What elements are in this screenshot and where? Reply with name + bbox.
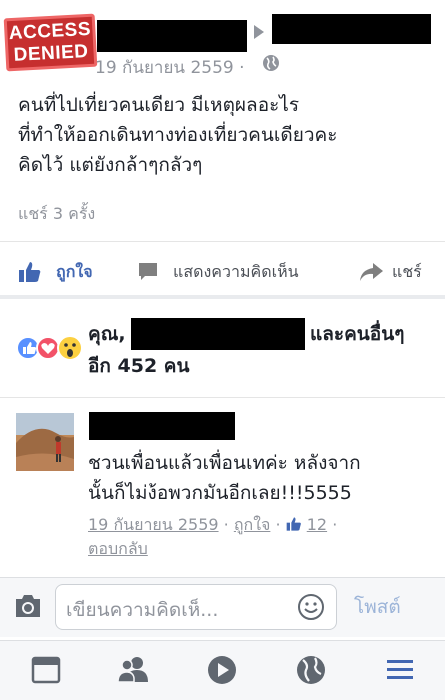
- share-button[interactable]: แชร์: [358, 258, 422, 286]
- menu-icon[interactable]: [384, 654, 416, 686]
- comment-date[interactable]: 19 กันยายน 2559: [88, 515, 219, 534]
- separator: ·: [332, 515, 338, 534]
- divider: [0, 241, 445, 242]
- comment-label: แสดงความคิดเห็น: [173, 261, 299, 281]
- globe-icon: [263, 55, 279, 71]
- camera-icon[interactable]: [13, 593, 43, 619]
- avatar-photo: [16, 413, 74, 471]
- comment-like-link[interactable]: ถูกใจ: [234, 515, 271, 534]
- separator: ·: [223, 515, 234, 534]
- commenter-avatar[interactable]: [16, 413, 74, 471]
- comment-button[interactable]: แสดงความคิดเห็น: [137, 258, 299, 286]
- comment-icon: [139, 263, 157, 280]
- comment-input[interactable]: เขียนความคิดเห็...: [55, 584, 337, 630]
- comment-meta: 19 กันยายน 2559 · ถูกใจ · 12 ·: [88, 512, 337, 538]
- post-text-line: คนที่ไปเที่ยวคนเดียว มีเหตุผลอะไร: [18, 94, 300, 116]
- separator: ·: [275, 515, 286, 534]
- like-label: ถูกใจ: [56, 261, 93, 281]
- like-icon: [19, 262, 41, 282]
- post-text-line: ที่ทำให้ออกเดินทางท่องเที่ยวคนเดียวคะ: [18, 124, 338, 146]
- divider: [0, 397, 445, 398]
- comment-like-count[interactable]: 12: [307, 515, 327, 534]
- post-date: 19 กันยายน 2559 ·: [95, 58, 245, 78]
- to-arrow-icon: [254, 25, 264, 39]
- post-body: คนที่ไปเที่ยวคนเดียว มีเหตุผลอะไร ที่ทำใ…: [18, 90, 438, 180]
- access-denied-stamp: ACCESS DENIED: [3, 13, 98, 72]
- reaction-count: อีก 452 คน: [88, 355, 190, 377]
- redacted-reactor-name[interactable]: [131, 318, 305, 350]
- redacted-commenter-name[interactable]: [89, 412, 235, 440]
- reply-link[interactable]: ตอบกลับ: [88, 537, 148, 562]
- share-label: แชร์: [392, 261, 422, 281]
- reaction-prefix: คุณ,: [88, 323, 126, 345]
- comment-placeholder: เขียนความคิดเห็...: [66, 599, 219, 621]
- post-text-line: คิดไว้ แต่ยังกล้าๆกลัวๆ: [18, 154, 203, 176]
- reaction-suffix: และคนอื่นๆ: [310, 323, 405, 345]
- share-icon: [360, 263, 383, 281]
- comment-text-line: ชวนเพื่อนแล้วเพื่อนเทค่ะ หลังจาก: [88, 452, 361, 474]
- smiley-icon[interactable]: [297, 593, 325, 621]
- post-timestamp[interactable]: 19 กันยายน 2559 ·: [95, 54, 245, 81]
- video-icon[interactable]: [206, 654, 238, 686]
- post-comment-button[interactable]: โพสต์: [354, 592, 401, 622]
- share-count[interactable]: แชร์ 3 ครั้ง: [18, 202, 95, 227]
- news-feed-icon[interactable]: [30, 654, 62, 686]
- comment-body: ชวนเพื่อนแล้วเพื่อนเทค่ะ หลังจาก นั้นก็ไ…: [88, 448, 433, 508]
- like-button[interactable]: ถูกใจ: [18, 258, 93, 286]
- redacted-author-name[interactable]: [97, 20, 247, 52]
- friends-icon[interactable]: [117, 654, 149, 686]
- section-divider: [0, 295, 445, 299]
- like-icon: [286, 517, 301, 531]
- stamp-line-2: DENIED: [13, 41, 89, 66]
- reaction-icons[interactable]: [16, 334, 86, 362]
- globe-notifications-icon[interactable]: [295, 654, 327, 686]
- comment-text-line: นั้นก็ไม่ง้อพวกมันอีกเลย!!!5555: [88, 482, 352, 504]
- redacted-target-name[interactable]: [272, 14, 431, 44]
